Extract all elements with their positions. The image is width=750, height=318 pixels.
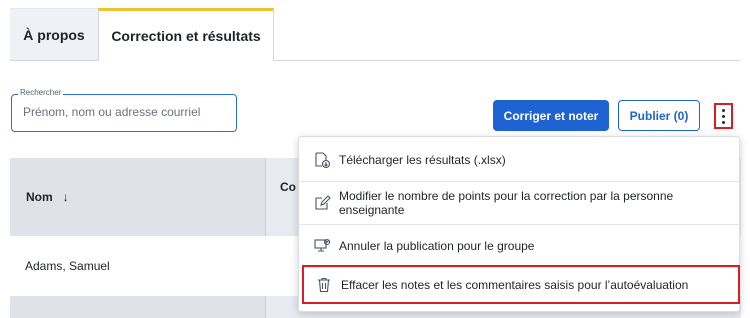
kebab-dot	[722, 120, 725, 124]
student-name: Adams, Samuel	[25, 259, 110, 273]
grade-button[interactable]: Corriger et noter	[493, 100, 609, 131]
menu-item-edit-points[interactable]: Modifier le nombre de points pour la cor…	[299, 182, 739, 225]
menu-item-clear-self-assessment[interactable]: Effacer les notes et les commentaires sa…	[302, 265, 740, 304]
search-legend: Rechercher	[18, 88, 64, 97]
tab-about[interactable]: À propos	[10, 8, 98, 60]
tab-about-label: À propos	[23, 26, 85, 43]
column-header-name[interactable]: Nom ↓	[26, 158, 69, 236]
tab-correction-results[interactable]: Correction et résultats	[98, 8, 274, 61]
publish-button[interactable]: Publier (0)	[618, 100, 700, 131]
menu-item-label: Modifier le nombre de points pour la cor…	[339, 189, 674, 217]
column-header-name-label: Nom	[26, 190, 53, 204]
menu-item-label: Télécharger les résultats (.xlsx)	[339, 153, 506, 167]
menu-item-label: Effacer les notes et les commentaires sa…	[341, 277, 689, 292]
column-header-second-label: Co	[280, 180, 296, 194]
search-field[interactable]: Rechercher	[11, 88, 237, 132]
edit-icon	[313, 194, 331, 212]
kebab-dot	[722, 114, 725, 118]
search-input[interactable]	[23, 105, 223, 119]
unpublish-icon	[313, 237, 331, 255]
menu-item-download-results[interactable]: Télécharger les résultats (.xlsx)	[299, 139, 739, 182]
trash-icon	[315, 276, 333, 294]
tab-correction-results-label: Correction et résultats	[111, 28, 261, 44]
menu-item-unpublish[interactable]: Annuler la publication pour le groupe	[299, 225, 739, 268]
download-file-icon	[313, 151, 331, 169]
sort-down-icon: ↓	[62, 190, 69, 204]
more-options-menu: Télécharger les résultats (.xlsx) Modifi…	[298, 136, 740, 312]
more-options-button[interactable]	[714, 103, 733, 129]
kebab-dot	[722, 108, 725, 112]
tab-bar: À propos Correction et résultats	[10, 8, 740, 61]
menu-item-label: Annuler la publication pour le groupe	[339, 239, 535, 253]
